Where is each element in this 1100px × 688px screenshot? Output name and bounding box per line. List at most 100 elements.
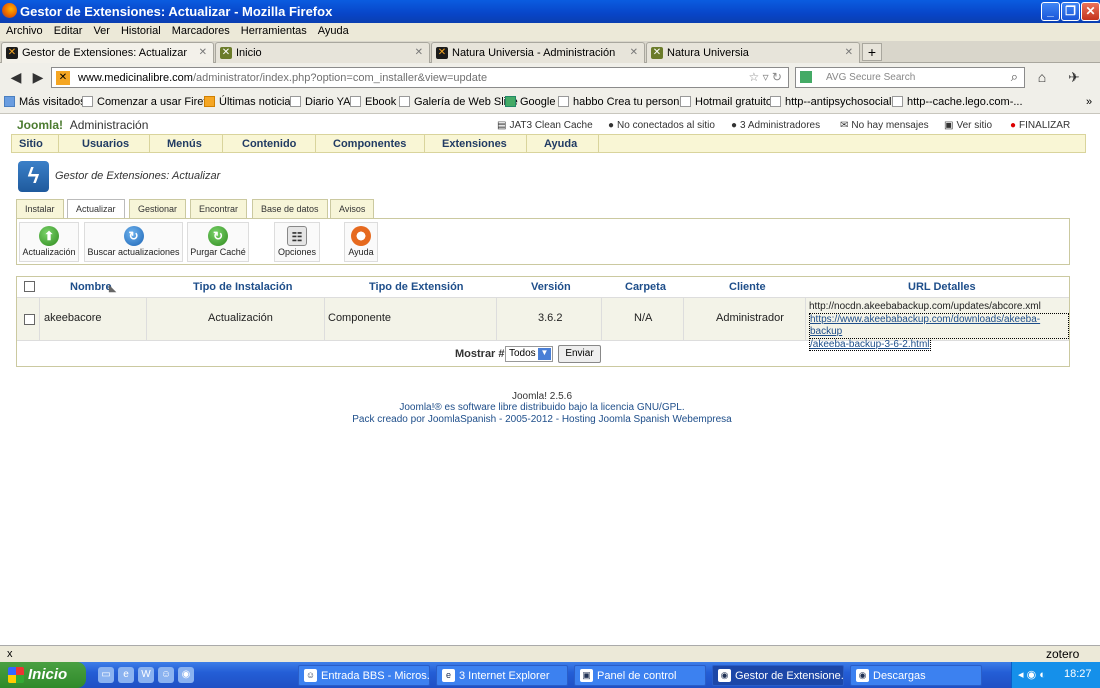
logo-text: Joomla! xyxy=(17,118,64,132)
menu-contenido[interactable]: Contenido xyxy=(242,138,296,150)
bookmark-diario-ya[interactable]: Diario YA xyxy=(290,96,350,108)
url-bar[interactable]: ✕ www.medicinalibre.com/administrator/in… xyxy=(51,67,789,88)
zotero-label[interactable]: zotero xyxy=(1046,647,1079,661)
downloads-icon: ◉ xyxy=(856,669,869,682)
menu-usuarios[interactable]: Usuarios xyxy=(82,138,129,150)
bookmark-google[interactable]: Google xyxy=(505,96,555,108)
menu-extensiones[interactable]: Extensiones xyxy=(442,138,507,150)
folder-icon[interactable]: ▭ xyxy=(98,667,114,683)
close-window-button[interactable]: ✕ xyxy=(1081,2,1100,21)
addon-icon[interactable]: ✈ xyxy=(1064,67,1084,87)
maximize-button[interactable]: ❐ xyxy=(1061,2,1080,21)
bookmark-hotmail[interactable]: Hotmail gratuito xyxy=(680,96,772,108)
window-title: Gestor de Extensiones: Actualizar - Mozi… xyxy=(20,4,333,19)
search-icon[interactable]: ⌕ xyxy=(1011,69,1018,85)
footer-license[interactable]: Joomla!® es software libre distribuido b… xyxy=(0,402,1092,413)
subtab-avisos[interactable]: Avisos xyxy=(330,199,375,218)
tab-natura-admin[interactable]: ✕ Natura Universia - Administración ✕ xyxy=(431,42,645,63)
menu-sitio[interactable]: Sitio xyxy=(19,138,43,150)
menu-ayuda[interactable]: Ayuda xyxy=(312,23,354,37)
help-button[interactable]: Ayuda xyxy=(344,222,378,262)
bookmark-ultimas-noticias[interactable]: Últimas noticias xyxy=(204,96,296,108)
close-addon-bar-icon[interactable]: x xyxy=(7,648,13,660)
header-carpeta[interactable]: Carpeta xyxy=(625,281,666,293)
forward-arrow-icon[interactable]: ▶ xyxy=(28,67,48,87)
page-icon xyxy=(82,96,93,107)
bookmark-web-slice[interactable]: Galería de Web Slice xyxy=(399,96,518,108)
find-updates-button[interactable]: ↻ Buscar actualizaciones xyxy=(84,222,183,262)
tab-natura[interactable]: ✕ Natura Universia ✕ xyxy=(646,42,860,63)
header-tipo-instalacion[interactable]: Tipo de Instalación xyxy=(193,281,292,293)
limit-select[interactable]: Todos ▼ xyxy=(505,346,553,362)
subtab-instalar[interactable]: Instalar xyxy=(16,199,64,218)
sort-icon[interactable]: ◣ xyxy=(109,283,116,294)
taskbar-item-panel[interactable]: ▣ Panel de control xyxy=(574,665,706,686)
menu-herramientas[interactable]: Herramientas xyxy=(235,23,312,37)
bookmark-star-icon[interactable]: ☆ ▿ ↻ xyxy=(748,70,782,84)
window-titlebar[interactable]: Gestor de Extensiones: Actualizar - Mozi… xyxy=(0,0,1100,23)
menu-ayuda-joomla[interactable]: Ayuda xyxy=(544,138,577,150)
bookmark-habbo[interactable]: habbo Crea tu person... xyxy=(558,96,689,108)
firefox-icon[interactable]: ◉ xyxy=(178,667,194,683)
new-tab-button[interactable]: + xyxy=(862,43,882,61)
view-site-link[interactable]: ▣ Ver sitio xyxy=(944,120,992,131)
menu-marcadores[interactable]: Marcadores xyxy=(166,23,235,37)
close-tab-icon[interactable]: ✕ xyxy=(845,47,853,58)
minimize-button[interactable]: _ xyxy=(1041,2,1060,21)
row-checkbox[interactable] xyxy=(24,314,35,325)
header-cliente[interactable]: Cliente xyxy=(729,281,766,293)
subtab-encontrar[interactable]: Encontrar xyxy=(190,199,248,218)
bookmark-lego[interactable]: http--cache.lego.com-... xyxy=(892,96,1023,108)
menu-componentes[interactable]: Componentes xyxy=(333,138,406,150)
taskbar-item-downloads[interactable]: ◉ Descargas xyxy=(850,665,982,686)
close-tab-icon[interactable]: ✕ xyxy=(199,47,207,58)
show-label: Mostrar # xyxy=(455,348,505,360)
close-tab-icon[interactable]: ✕ xyxy=(415,47,423,58)
menu-menus[interactable]: Menús xyxy=(167,138,202,150)
tab-gestor[interactable]: ✕ Gestor de Extensiones: Actualizar ✕ xyxy=(1,42,214,64)
submit-button[interactable]: Enviar xyxy=(558,345,601,363)
url-xml-link[interactable]: http://nocdn.akeebabackup.com/updates/ab… xyxy=(809,301,1069,313)
word-icon[interactable]: W xyxy=(138,667,154,683)
close-tab-icon[interactable]: ✕ xyxy=(630,47,638,58)
taskbar-item-bbs[interactable]: ☺ Entrada BBS - Micros... xyxy=(298,665,430,686)
start-button[interactable]: Inicio xyxy=(0,662,86,688)
bookmark-mas-visitados[interactable]: Más visitados xyxy=(4,96,86,108)
menu-archivo[interactable]: Archivo xyxy=(0,23,48,37)
taskbar-item-firefox[interactable]: ◉ Gestor de Extensione... xyxy=(712,665,844,686)
vertical-scrollbar[interactable] xyxy=(1088,116,1100,645)
menu-editar[interactable]: Editar xyxy=(48,23,88,37)
bookmark-antipsychosocial[interactable]: http--antipsychosocial... xyxy=(770,96,901,108)
chat-icon[interactable]: ☺ xyxy=(158,667,174,683)
purge-cache-button[interactable]: ↻ Purgar Caché xyxy=(187,222,249,262)
messages-status[interactable]: ✉ No hay mensajes xyxy=(840,120,929,131)
url-details-link[interactable]: https://www.akeebabackup.com/downloads/a… xyxy=(809,313,1069,339)
menu-historial[interactable]: Historial xyxy=(115,23,166,37)
footer-pack[interactable]: Pack creado por JoomlaSpanish - 2005-201… xyxy=(0,414,1092,425)
bookmark-ebook[interactable]: Ebook xyxy=(350,96,396,108)
tray-icons[interactable]: ◂ ◉ ◐ xyxy=(1018,668,1046,681)
options-button[interactable]: ☷ Opciones xyxy=(274,222,320,262)
tab-inicio[interactable]: ✕ Inicio ✕ xyxy=(215,42,430,63)
joomla-logo[interactable]: Joomla! Administración xyxy=(17,118,148,132)
header-nombre[interactable]: Nombre xyxy=(70,281,112,293)
ie-icon: e xyxy=(442,669,455,682)
subtab-actualizar[interactable]: Actualizar xyxy=(67,199,125,219)
subtab-gestionar[interactable]: Gestionar xyxy=(129,199,187,218)
menubar: Archivo Editar Ver Historial Marcadores Herra… xyxy=(0,23,1100,41)
ie-icon[interactable]: e xyxy=(118,667,134,683)
select-all-checkbox[interactable] xyxy=(24,281,35,292)
header-version[interactable]: Versión xyxy=(531,281,571,293)
menu-ver[interactable]: Ver xyxy=(87,23,115,37)
logout-link[interactable]: ● FINALIZAR xyxy=(1010,120,1070,131)
search-input[interactable]: AVG Secure Search ⌕ xyxy=(795,67,1025,88)
bookmark-comenzar[interactable]: Comenzar a usar Firef... xyxy=(82,96,216,108)
more-bookmarks-icon[interactable]: » xyxy=(1086,96,1092,108)
subtab-base-de-datos[interactable]: Base de datos xyxy=(252,199,328,218)
header-tipo-extension[interactable]: Tipo de Extensión xyxy=(369,281,464,293)
back-arrow-icon[interactable]: ◀ xyxy=(6,67,26,87)
home-icon[interactable]: ⌂ xyxy=(1032,67,1052,87)
taskbar-item-ie[interactable]: e 3 Internet Explorer xyxy=(436,665,568,686)
update-button[interactable]: ⬆ Actualización xyxy=(19,222,79,262)
jat3-clean-cache-link[interactable]: ▤ JAT3 Clean Cache xyxy=(497,120,593,131)
